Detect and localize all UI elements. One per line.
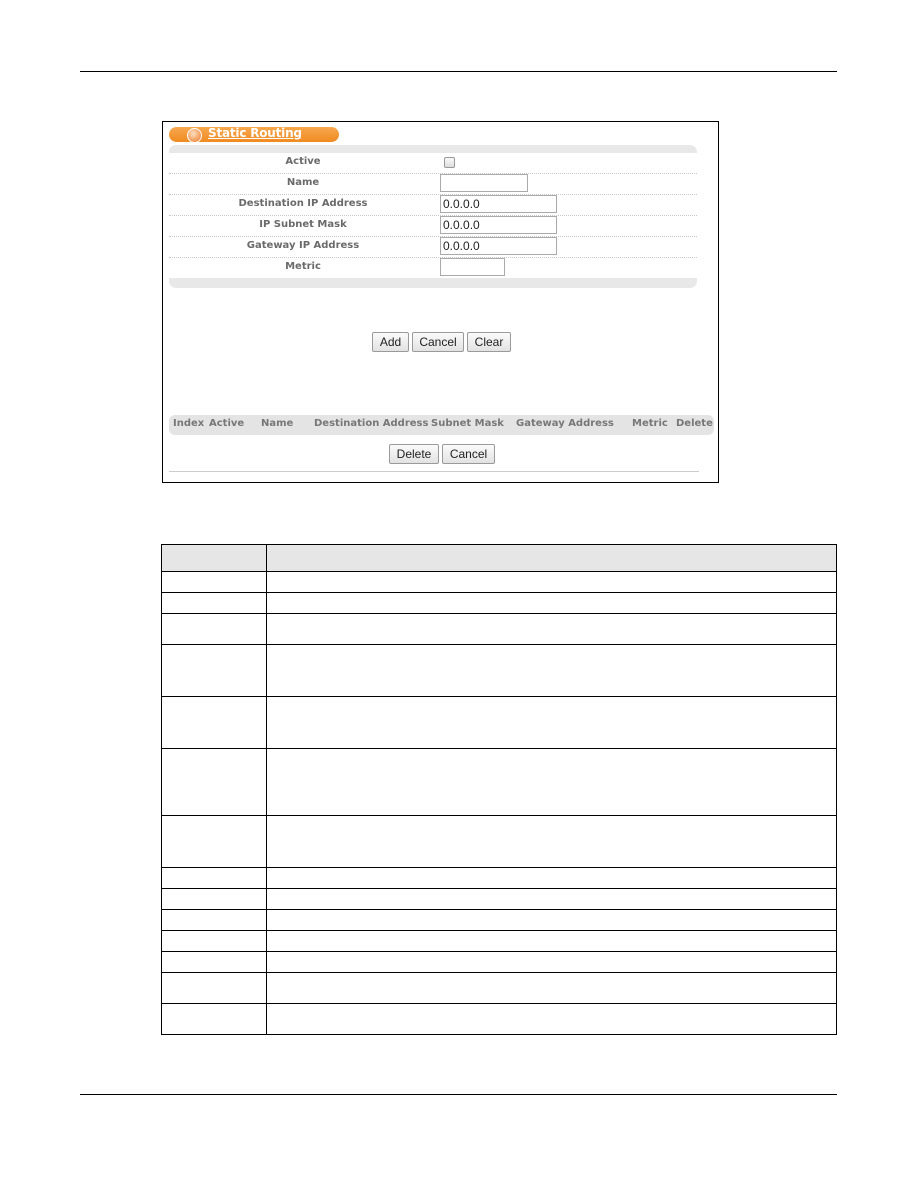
metric-input[interactable] (440, 258, 505, 276)
table-cell-label (161, 644, 267, 697)
table-header-label (161, 544, 267, 572)
column-delete: Delete (676, 418, 713, 429)
form-row-active: Active (169, 153, 697, 174)
table-row (161, 1003, 837, 1035)
form-row-destination: Destination IP Address (169, 195, 697, 216)
column-metric: Metric (632, 418, 668, 429)
table-cell-label (161, 972, 267, 1004)
active-checkbox[interactable] (444, 157, 455, 168)
clear-button[interactable]: Clear (467, 332, 511, 352)
table-cell-label (161, 571, 267, 593)
table-cell-description (266, 867, 837, 889)
table-cell-label (161, 909, 267, 931)
table-row (161, 748, 837, 816)
form-row-subnet: IP Subnet Mask (169, 216, 697, 237)
cancel-button[interactable]: Cancel (412, 332, 464, 352)
table-cell-label (161, 592, 267, 614)
add-button[interactable]: Add (372, 332, 409, 352)
column-subnet-mask: Subnet Mask (431, 418, 504, 429)
table-cell-description (266, 888, 837, 910)
table-row (161, 815, 837, 868)
table-row (161, 696, 837, 749)
gateway-ip-input[interactable] (440, 237, 557, 255)
destination-ip-label: Destination IP Address (238, 198, 368, 209)
active-label: Active (285, 156, 321, 167)
table-cell-description (266, 815, 837, 868)
route-form-panel: Active Name Destination IP Address IP Su… (169, 145, 697, 288)
form-row-name: Name (169, 174, 697, 195)
table-cell-label (161, 696, 267, 749)
table-cell-label (161, 1003, 267, 1035)
table-row (161, 644, 837, 697)
header-rule (80, 71, 837, 72)
table-cell-label (161, 888, 267, 910)
table-cell-label (161, 951, 267, 973)
column-name: Name (261, 418, 294, 429)
table-cell-description (266, 972, 837, 1004)
table-cell-description (266, 930, 837, 952)
table-row (161, 592, 837, 614)
table-row (161, 613, 837, 645)
table-row (161, 930, 837, 952)
table-header-row (161, 544, 837, 572)
column-active: Active (209, 418, 245, 429)
table-row (161, 571, 837, 593)
orb-icon (187, 128, 202, 143)
table-cell-label (161, 748, 267, 816)
table-cell-label (161, 815, 267, 868)
table-cell-label (161, 867, 267, 889)
page-title: Static Routing (208, 126, 302, 140)
table-row (161, 972, 837, 1004)
table-cell-description (266, 613, 837, 645)
subnet-mask-label: IP Subnet Mask (259, 219, 347, 230)
static-routing-screenshot: Static Routing Active Name Destination I… (162, 121, 719, 483)
destination-ip-input[interactable] (440, 195, 557, 213)
footer-rule (80, 1094, 837, 1095)
table-row (161, 909, 837, 931)
gateway-ip-label: Gateway IP Address (246, 240, 360, 251)
table-row (161, 867, 837, 889)
subnet-mask-input[interactable] (440, 216, 557, 234)
column-gateway: Gateway Address (516, 418, 614, 429)
name-input[interactable] (440, 174, 528, 192)
metric-label: Metric (285, 261, 321, 272)
form-row-metric: Metric (169, 258, 697, 278)
table-cell-description (266, 909, 837, 931)
table-row (161, 951, 837, 973)
column-destination: Destination Address (314, 418, 429, 429)
form-row-gateway: Gateway IP Address (169, 237, 697, 258)
table-cell-description (266, 592, 837, 614)
table-row (161, 888, 837, 910)
column-index: Index (173, 418, 205, 429)
list-delete-button[interactable]: Delete (389, 444, 439, 464)
table-header-description (266, 544, 837, 572)
table-cell-description (266, 571, 837, 593)
table-cell-description (266, 951, 837, 973)
table-cell-description (266, 696, 837, 749)
route-list-header: Index Active Name Destination Address Su… (169, 415, 714, 435)
table-cell-description (266, 1003, 837, 1035)
table-cell-label (161, 613, 267, 645)
title-banner: Static Routing (169, 126, 339, 143)
table-cell-description (266, 644, 837, 697)
list-divider (169, 471, 699, 472)
name-label: Name (286, 177, 320, 188)
table-cell-label (161, 930, 267, 952)
list-cancel-button[interactable]: Cancel (442, 444, 495, 464)
table-cell-description (266, 748, 837, 816)
field-description-table (161, 544, 837, 1035)
